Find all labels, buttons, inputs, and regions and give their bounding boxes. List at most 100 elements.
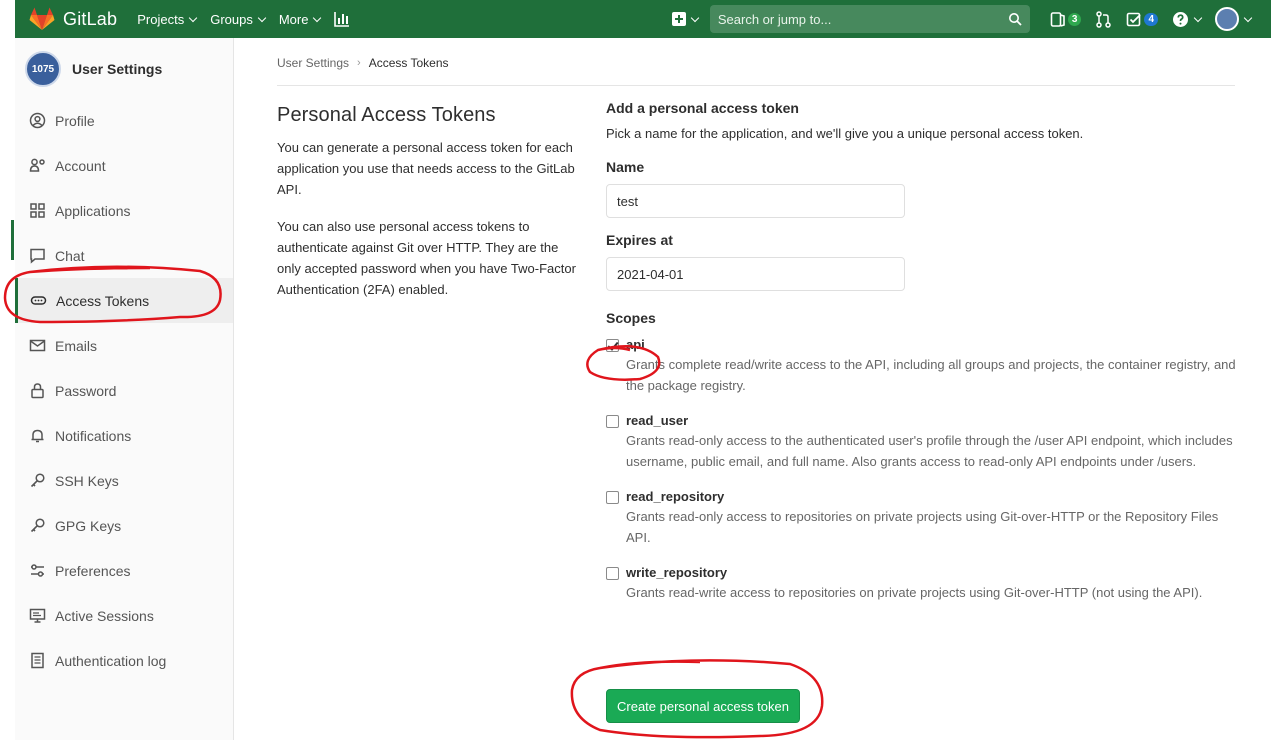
intro-paragraph-1: You can generate a personal access token…	[277, 140, 575, 197]
form-heading: Add a personal access token	[606, 100, 799, 116]
sidebar-item-chat[interactable]: Chat	[15, 233, 233, 278]
expires-at-input[interactable]	[606, 257, 905, 291]
scope-name[interactable]: read_user	[626, 413, 1236, 428]
intro-paragraph-2: You can also use personal access tokens …	[277, 219, 576, 297]
bar-chart-icon	[334, 12, 350, 27]
todos-count-badge: 4	[1144, 12, 1158, 26]
issues-icon	[1050, 11, 1065, 27]
top-navbar: GitLab Projects Groups More 3 4	[15, 0, 1271, 38]
nav-projects-label: Projects	[137, 11, 185, 27]
scope-name[interactable]: write_repository	[626, 565, 1236, 580]
sidebar-item-notifications[interactable]: Notifications	[15, 413, 233, 458]
nav-groups-label: Groups	[210, 11, 253, 27]
sidebar-item-label: Password	[55, 382, 117, 399]
chat-icon	[30, 248, 45, 264]
scope-read-user: read_user Grants read-only access to the…	[606, 413, 1236, 472]
breadcrumb-chevron-right-icon: ›	[357, 57, 361, 69]
scope-api: api Grants complete read/write access to…	[606, 337, 1236, 396]
key-icon	[30, 473, 45, 488]
sidebar-item-label: Access Tokens	[56, 292, 150, 309]
scope-read-repository-checkbox[interactable]	[606, 491, 619, 504]
avatar-text: 1075	[31, 63, 55, 75]
sidebar-item-label: Notifications	[55, 427, 132, 444]
token-name-input[interactable]	[606, 184, 905, 218]
nav-more[interactable]: More	[279, 12, 322, 27]
name-label: Name	[606, 159, 645, 175]
key-icon	[30, 518, 45, 533]
breadcrumb-current[interactable]: Access Tokens	[369, 56, 449, 70]
sidebar-edge-marker	[11, 220, 14, 260]
help-icon	[1173, 11, 1188, 27]
activity-chart-button[interactable]	[334, 11, 350, 27]
gitlab-tanuki-icon	[29, 7, 55, 30]
settings-sidebar: 1075 User Settings Profile Account Appli…	[11, 38, 234, 740]
search-input[interactable]	[717, 11, 1008, 27]
scope-description: Grants read-write access to repositories…	[626, 585, 1203, 600]
sidebar-header[interactable]: 1075 User Settings	[15, 38, 233, 100]
todos-button[interactable]: 4	[1126, 11, 1158, 28]
issues-count-badge: 3	[1067, 12, 1082, 26]
email-icon	[29, 339, 46, 352]
sidebar-item-authentication-log[interactable]: Authentication log	[15, 638, 233, 683]
expires-label: Expires at	[606, 232, 673, 248]
chevron-down-icon	[1243, 13, 1253, 22]
applications-icon	[30, 203, 45, 218]
lock-icon	[31, 383, 44, 399]
account-icon	[29, 158, 45, 172]
merge-request-icon	[1096, 10, 1112, 28]
user-avatar-icon	[1215, 7, 1239, 31]
scope-name[interactable]: api	[626, 337, 1236, 352]
sidebar-item-label: Preferences	[55, 562, 131, 579]
sidebar-item-label: Applications	[55, 202, 131, 219]
todo-check-icon	[1127, 12, 1142, 26]
sidebar-item-label: Emails	[55, 337, 98, 354]
sidebar-item-preferences[interactable]: Preferences	[15, 548, 233, 593]
sidebar-item-label: Authentication log	[55, 652, 167, 669]
sidebar-item-emails[interactable]: Emails	[15, 323, 233, 368]
sidebar-item-password[interactable]: Password	[15, 368, 233, 413]
sidebar-item-applications[interactable]: Applications	[15, 188, 233, 233]
scope-read-user-checkbox[interactable]	[606, 415, 619, 428]
gitlab-logo[interactable]: GitLab	[29, 7, 117, 31]
merge-requests-button[interactable]	[1095, 10, 1112, 28]
sidebar-item-profile[interactable]: Profile	[15, 98, 233, 143]
preferences-icon	[31, 564, 44, 577]
sidebar-item-access-tokens[interactable]: Access Tokens	[15, 278, 233, 323]
chevron-down-icon	[257, 13, 267, 22]
plus-square-icon	[671, 12, 686, 26]
breadcrumb-divider	[277, 85, 1235, 86]
brand-name: GitLab	[63, 8, 118, 29]
breadcrumb-parent-link[interactable]: User Settings	[277, 56, 349, 70]
access-tokens-icon	[30, 296, 47, 305]
breadcrumb: User Settings › Access Tokens	[277, 56, 449, 70]
sidebar-title: User Settings	[72, 61, 163, 77]
help-dropdown[interactable]	[1172, 11, 1203, 28]
user-menu-dropdown[interactable]	[1215, 7, 1253, 31]
nav-projects[interactable]: Projects	[137, 11, 198, 27]
log-icon	[31, 652, 44, 669]
chevron-down-icon	[188, 13, 198, 22]
sidebar-item-gpg-keys[interactable]: GPG Keys	[15, 503, 233, 548]
scope-write-repository-checkbox[interactable]	[606, 567, 619, 580]
search-box[interactable]	[709, 5, 1030, 33]
sidebar-item-label: Chat	[55, 247, 85, 264]
create-token-button[interactable]: Create personal access token	[606, 689, 800, 723]
sidebar-item-ssh-keys[interactable]: SSH Keys	[15, 458, 233, 503]
chevron-down-icon	[1193, 13, 1203, 22]
issues-button[interactable]: 3	[1050, 11, 1082, 28]
sidebar-item-label: Account	[55, 157, 106, 174]
sidebar-item-account[interactable]: Account	[15, 143, 233, 188]
scope-description: Grants read-only access to repositories …	[626, 509, 1219, 545]
nav-groups[interactable]: Groups	[210, 11, 267, 27]
scope-description: Grants complete read/write access to the…	[626, 357, 1236, 393]
sidebar-item-label: GPG Keys	[55, 517, 122, 534]
sidebar-item-active-sessions[interactable]: Active Sessions	[15, 593, 233, 638]
scope-name[interactable]: read_repository	[626, 489, 1236, 504]
chevron-down-icon	[690, 13, 700, 22]
scope-api-checkbox[interactable]	[606, 339, 619, 352]
monitor-icon	[29, 608, 46, 623]
search-icon	[1008, 13, 1022, 26]
new-item-dropdown[interactable]	[671, 12, 700, 26]
scope-description: Grants read-only access to the authentic…	[626, 433, 1233, 469]
profile-icon	[29, 112, 46, 129]
